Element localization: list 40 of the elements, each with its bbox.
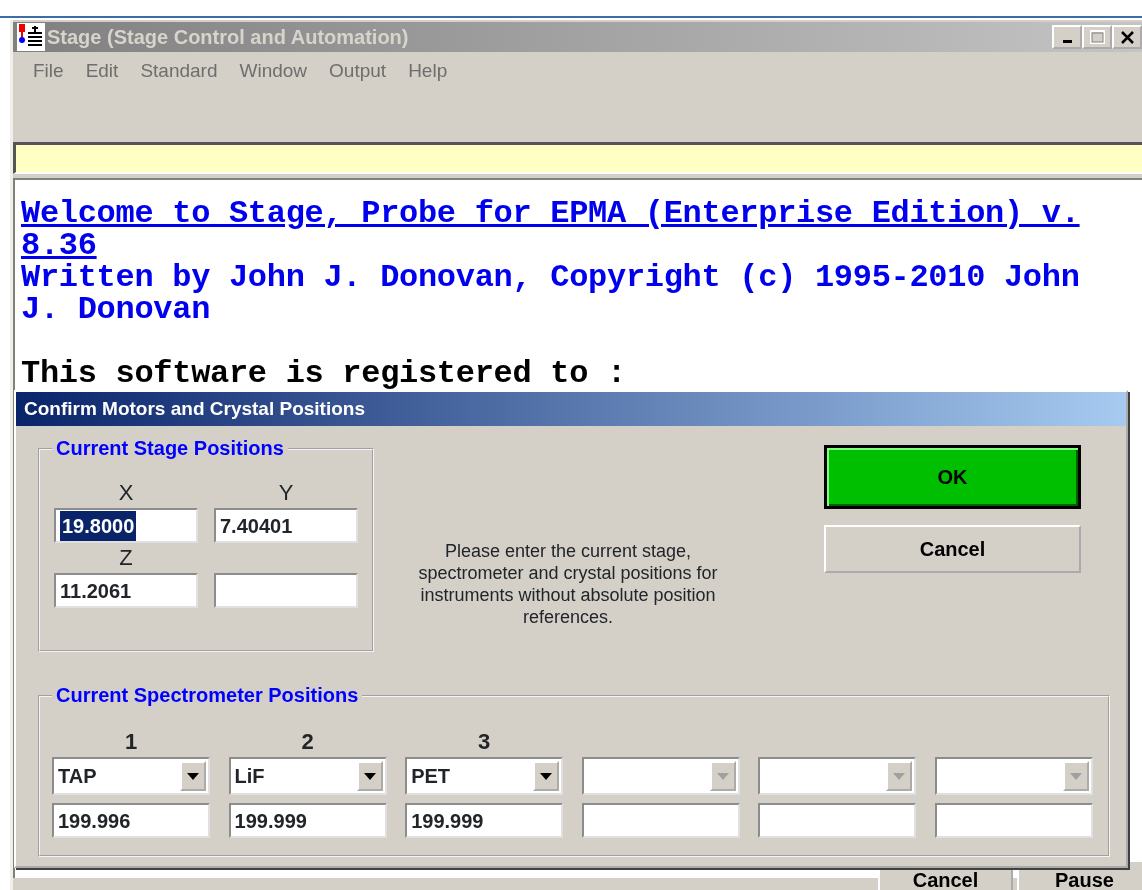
column-label: 1 [123,728,139,756]
window-title: Stage (Stage Control and Automation) [47,25,409,50]
input-field[interactable] [758,803,917,838]
column-label: 2 [300,728,315,756]
input-field[interactable]: 199.999 [228,803,387,838]
column-label: 3 [477,728,492,756]
dropdown[interactable]: TAP [52,757,210,795]
field-label: Z [118,544,134,572]
dropdown-arrow-icon [1069,772,1082,780]
input-field[interactable]: 199.999 [405,803,564,838]
input-field[interactable] [214,573,358,608]
dropdown[interactable] [581,757,740,795]
input-field[interactable] [934,803,1093,838]
dialog-title: Confirm Motors and Crystal Positions [16,392,1126,426]
input-field[interactable]: 199.996 [52,803,210,838]
dropdown[interactable]: PET [405,757,564,795]
minimize-icon [1062,40,1072,43]
log-text: This software is registered to : [21,355,626,392]
instruction-text: Please enter the current stage, spectrometer and crystal positions for instruments without absolute position references. [417,540,719,629]
cancel-button[interactable]: Cancel [824,525,1081,573]
ok-button[interactable]: OK [824,445,1081,509]
dropdown-arrow-icon [363,772,376,780]
dropdown-arrow-icon [540,772,553,780]
maximize-icon [1089,30,1105,44]
field-label: Y [277,479,295,507]
dropdown-arrow-icon [893,772,906,780]
close-button[interactable] [1112,25,1142,49]
input-field[interactable]: 11.2061 [54,573,198,608]
dropdown[interactable] [758,757,917,795]
app-icon [17,23,45,51]
close-icon [1120,30,1134,44]
minimize-button[interactable] [1052,25,1082,49]
input-field[interactable]: 7.40401 [214,508,358,543]
input-field[interactable] [581,803,740,838]
dropdown-arrow-icon [187,772,199,780]
dropdown-arrow-icon [716,772,729,780]
field-label: X [117,479,135,507]
dropdown[interactable]: LiF [228,757,387,795]
dropdown[interactable] [934,757,1093,795]
input-field[interactable]: 19.8000 [54,508,198,543]
